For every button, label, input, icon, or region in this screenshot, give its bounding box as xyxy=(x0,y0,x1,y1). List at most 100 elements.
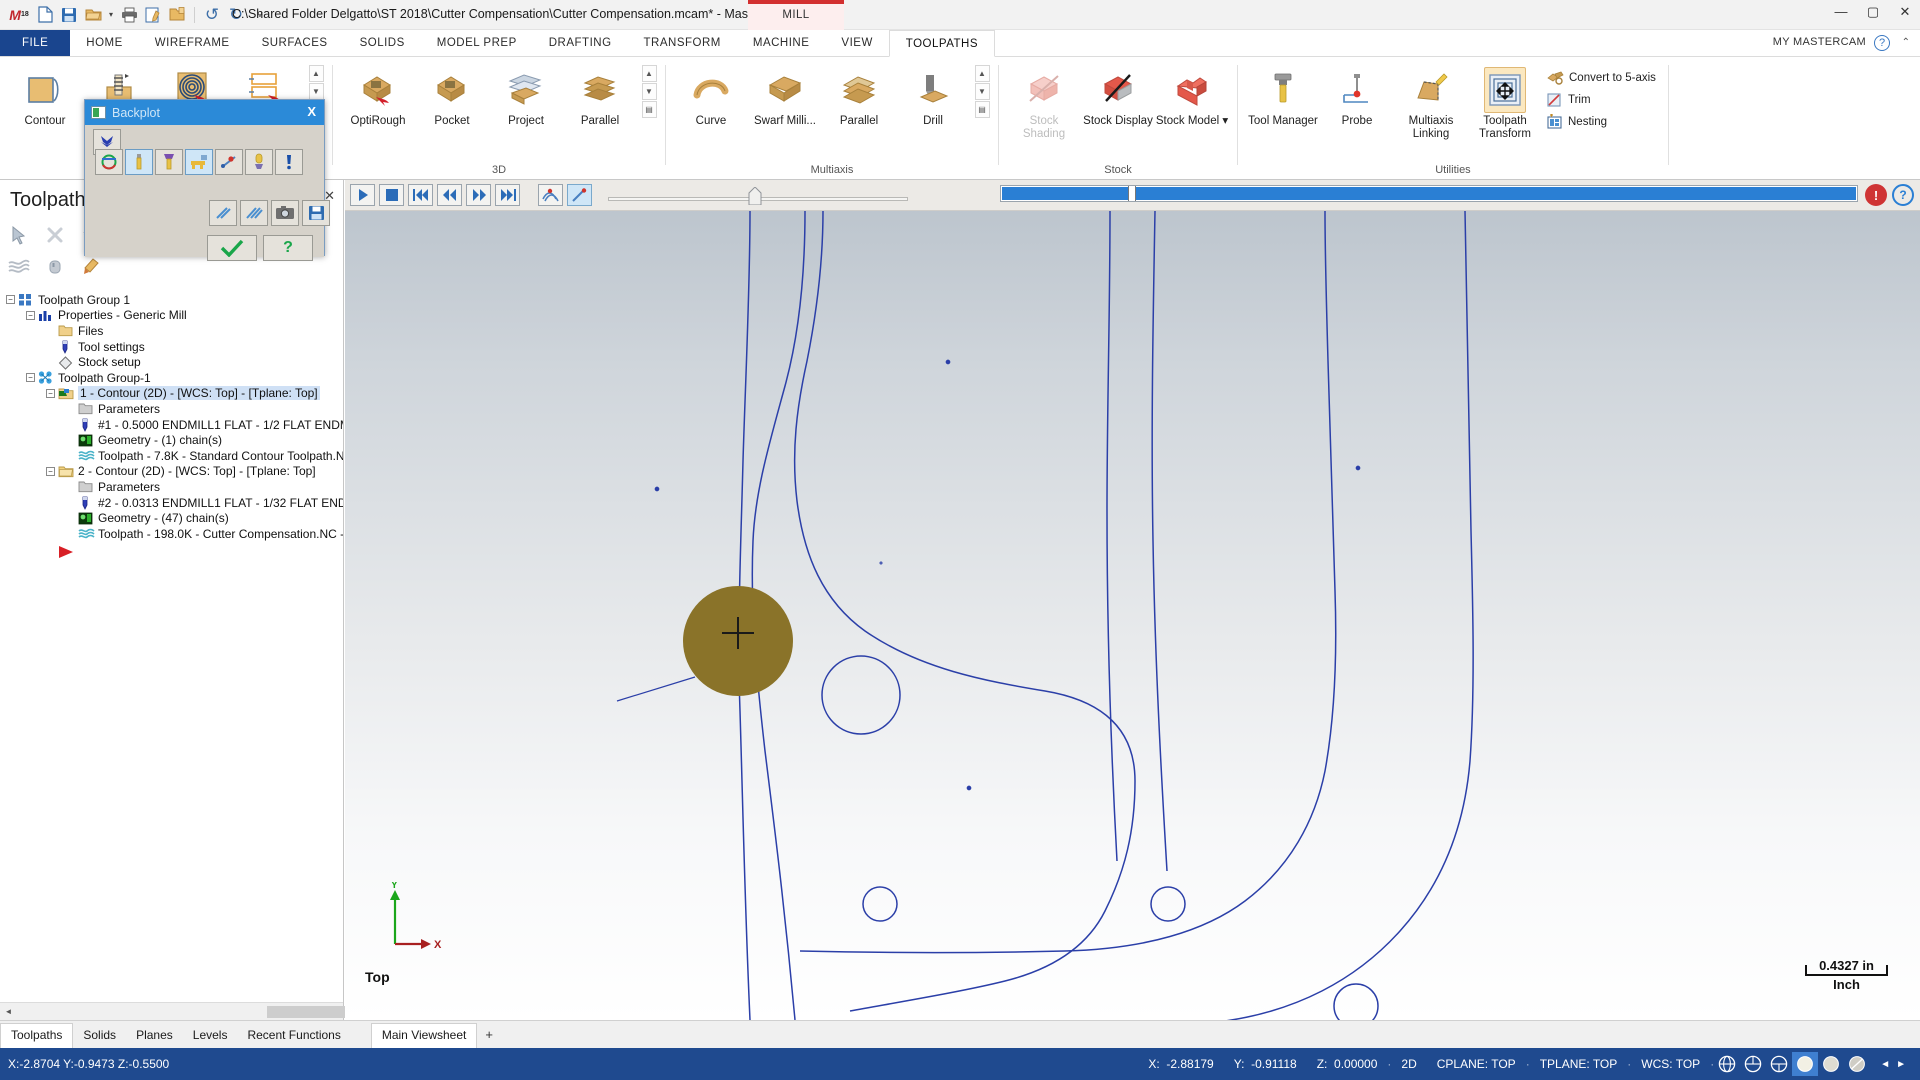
undo-icon[interactable]: ↺ xyxy=(201,4,223,26)
nesting-button[interactable]: Nesting xyxy=(1542,111,1660,133)
tab-surfaces[interactable]: SURFACES xyxy=(246,30,344,56)
delete-x-icon[interactable] xyxy=(42,222,68,248)
tab-model-prep[interactable]: MODEL PREP xyxy=(421,30,533,56)
print-icon[interactable] xyxy=(118,4,140,26)
endpoints-icon[interactable] xyxy=(215,149,243,175)
tab-wireframe[interactable]: WIREFRAME xyxy=(139,30,246,56)
expand-toggle[interactable]: − xyxy=(6,295,15,305)
tab-home[interactable]: HOME xyxy=(70,30,139,56)
viewport-help-button[interactable]: ? xyxy=(1892,184,1914,206)
stop-process-button[interactable]: ! xyxy=(1865,184,1887,206)
translucent-view-icon[interactable] xyxy=(1844,1052,1870,1076)
backplot-dialog-close[interactable]: X xyxy=(307,104,316,119)
help-icon[interactable]: ? xyxy=(1874,35,1890,51)
tree-row[interactable]: − Toolpath Group-1 xyxy=(0,370,343,386)
tree-row-operation-2[interactable]: − 2 - Contour (2D) - [WCS: Top] - [Tplan… xyxy=(0,464,343,480)
status-tplane[interactable]: TPLANE: TOP xyxy=(1530,1057,1628,1071)
swarf-button[interactable]: Swarf Milli... xyxy=(748,63,822,128)
convert-5axis-button[interactable]: Convert to 5-axis xyxy=(1542,67,1660,89)
3d-gallery-scroll[interactable]: ▲ ▼ ▤ xyxy=(641,65,657,118)
material-view-icon[interactable] xyxy=(1818,1052,1844,1076)
tab-drafting[interactable]: DRAFTING xyxy=(533,30,628,56)
tree-row[interactable]: #1 - 0.5000 ENDMILL1 FLAT - 1/2 FLAT END… xyxy=(0,417,343,433)
step-back-button[interactable] xyxy=(437,184,462,206)
tree-row[interactable]: Geometry - (47) chain(s) xyxy=(0,510,343,526)
tab-levels-bottom[interactable]: Levels xyxy=(183,1024,238,1048)
scroll-track[interactable] xyxy=(17,1003,347,1020)
backplot-dialog-titlebar[interactable]: Backplot X xyxy=(85,100,324,125)
tree-row[interactable]: − Toolpath Group 1 xyxy=(0,292,343,308)
tree-row[interactable]: Parameters xyxy=(0,401,343,417)
stock-shading-button[interactable]: Stock Shading xyxy=(1007,63,1081,141)
status-scroll-arrows[interactable]: ◄ ► xyxy=(1870,1059,1916,1070)
expand-toggle[interactable]: − xyxy=(46,466,55,476)
tree-row[interactable]: Stock setup xyxy=(0,354,343,370)
tab-view[interactable]: VIEW xyxy=(825,30,888,56)
product-tab-mill[interactable]: MILL xyxy=(748,0,844,30)
playback-speed-slider[interactable] xyxy=(608,184,908,206)
parallel-3d-button[interactable]: Parallel xyxy=(563,63,637,128)
open-icon[interactable] xyxy=(82,4,104,26)
tree-insert-arrow-row[interactable] xyxy=(0,542,343,562)
save-file-icon[interactable] xyxy=(302,200,330,226)
gallery-scroll-down[interactable]: ▼ xyxy=(308,83,324,100)
expand-toggle[interactable]: − xyxy=(46,388,55,398)
display-rapid-moves-icon[interactable] xyxy=(185,149,213,175)
backplot-ok-button[interactable] xyxy=(207,235,257,261)
tool-manager-button[interactable]: Tool Manager xyxy=(1246,63,1320,128)
print-preview-icon[interactable] xyxy=(142,4,164,26)
tab-machine[interactable]: MACHINE xyxy=(737,30,826,56)
shaded-wireframe-icon[interactable] xyxy=(1766,1052,1792,1076)
scroll-thumb[interactable] xyxy=(267,1005,347,1018)
stop-button[interactable] xyxy=(379,184,404,206)
contour-button[interactable]: Contour xyxy=(8,63,82,128)
tree-row[interactable]: Geometry - (1) chain(s) xyxy=(0,432,343,448)
status-cplane[interactable]: CPLANE: TOP xyxy=(1427,1057,1526,1071)
display-holder-icon[interactable] xyxy=(155,149,183,175)
minimize-button[interactable]: — xyxy=(1832,4,1850,20)
tree-row[interactable]: Toolpath - 7.8K - Standard Contour Toolp… xyxy=(0,448,343,464)
status-scroll-right[interactable]: ► xyxy=(1896,1059,1906,1070)
graphics-viewport[interactable]: ! ? Y X Top 0.4327 in Inch xyxy=(345,180,1920,1020)
toolpath-tree[interactable]: − Toolpath Group 1 − Properties - Generi… xyxy=(0,288,343,996)
tab-toolpaths[interactable]: TOOLPATHS xyxy=(888,30,996,57)
add-viewsheet-button[interactable]: + xyxy=(477,1023,501,1048)
toolpath-colorloop-icon[interactable] xyxy=(95,149,123,175)
curve-button[interactable]: Curve xyxy=(674,63,748,128)
skip-start-button[interactable] xyxy=(408,184,433,206)
tree-row[interactable]: #2 - 0.0313 ENDMILL1 FLAT - 1/32 FLAT EN… xyxy=(0,495,343,511)
paint-icon[interactable] xyxy=(78,254,104,280)
progress-marker[interactable] xyxy=(1128,186,1136,201)
multiaxis-parallel-button[interactable]: Parallel xyxy=(822,63,896,128)
tree-horizontal-scrollbar[interactable]: ◄ ► xyxy=(0,1002,347,1020)
tab-main-viewsheet[interactable]: Main Viewsheet xyxy=(370,1023,478,1049)
tool-shape-icon[interactable] xyxy=(245,149,273,175)
expand-toggle[interactable]: − xyxy=(26,373,35,383)
tree-row[interactable]: Parameters xyxy=(0,479,343,495)
gallerymx-expand[interactable]: ▤ xyxy=(974,101,990,118)
toolpath-trace-button[interactable] xyxy=(538,184,563,206)
rapid-display-icon[interactable] xyxy=(42,254,68,280)
probe-button[interactable]: Probe xyxy=(1320,63,1394,128)
tree-row[interactable]: Toolpath - 198.0K - Cutter Compensation.… xyxy=(0,526,343,542)
my-mastercam-link[interactable]: MY MASTERCAM xyxy=(1773,36,1866,48)
expand-toggle[interactable]: − xyxy=(26,310,35,320)
tab-planes-bottom[interactable]: Planes xyxy=(126,1024,183,1048)
multiaxis-linking-button[interactable]: Multiaxis Linking xyxy=(1394,63,1468,141)
backplot-dialog[interactable]: Backplot X ? xyxy=(84,99,330,261)
gallery3d-scroll-up[interactable]: ▲ xyxy=(641,65,657,82)
scroll-left-arrow[interactable]: ◄ xyxy=(0,1003,17,1020)
stock-display-button[interactable]: Stock Display xyxy=(1081,63,1155,128)
tool-pointer-button[interactable] xyxy=(567,184,592,206)
backplot-progress-bar[interactable] xyxy=(1000,185,1858,202)
display-tool-icon[interactable] xyxy=(125,149,153,175)
info-icon[interactable] xyxy=(275,149,303,175)
project-button[interactable]: Project xyxy=(489,63,563,128)
wireframe-view-icon[interactable] xyxy=(1714,1052,1740,1076)
multiaxis-drill-button[interactable]: Drill xyxy=(896,63,970,128)
status-wcs[interactable]: WCS: TOP xyxy=(1631,1057,1710,1071)
tab-transform[interactable]: TRANSFORM xyxy=(628,30,737,56)
tree-row[interactable]: − Properties - Generic Mill xyxy=(0,308,343,324)
skip-end-button[interactable] xyxy=(495,184,520,206)
new-icon[interactable] xyxy=(34,4,56,26)
